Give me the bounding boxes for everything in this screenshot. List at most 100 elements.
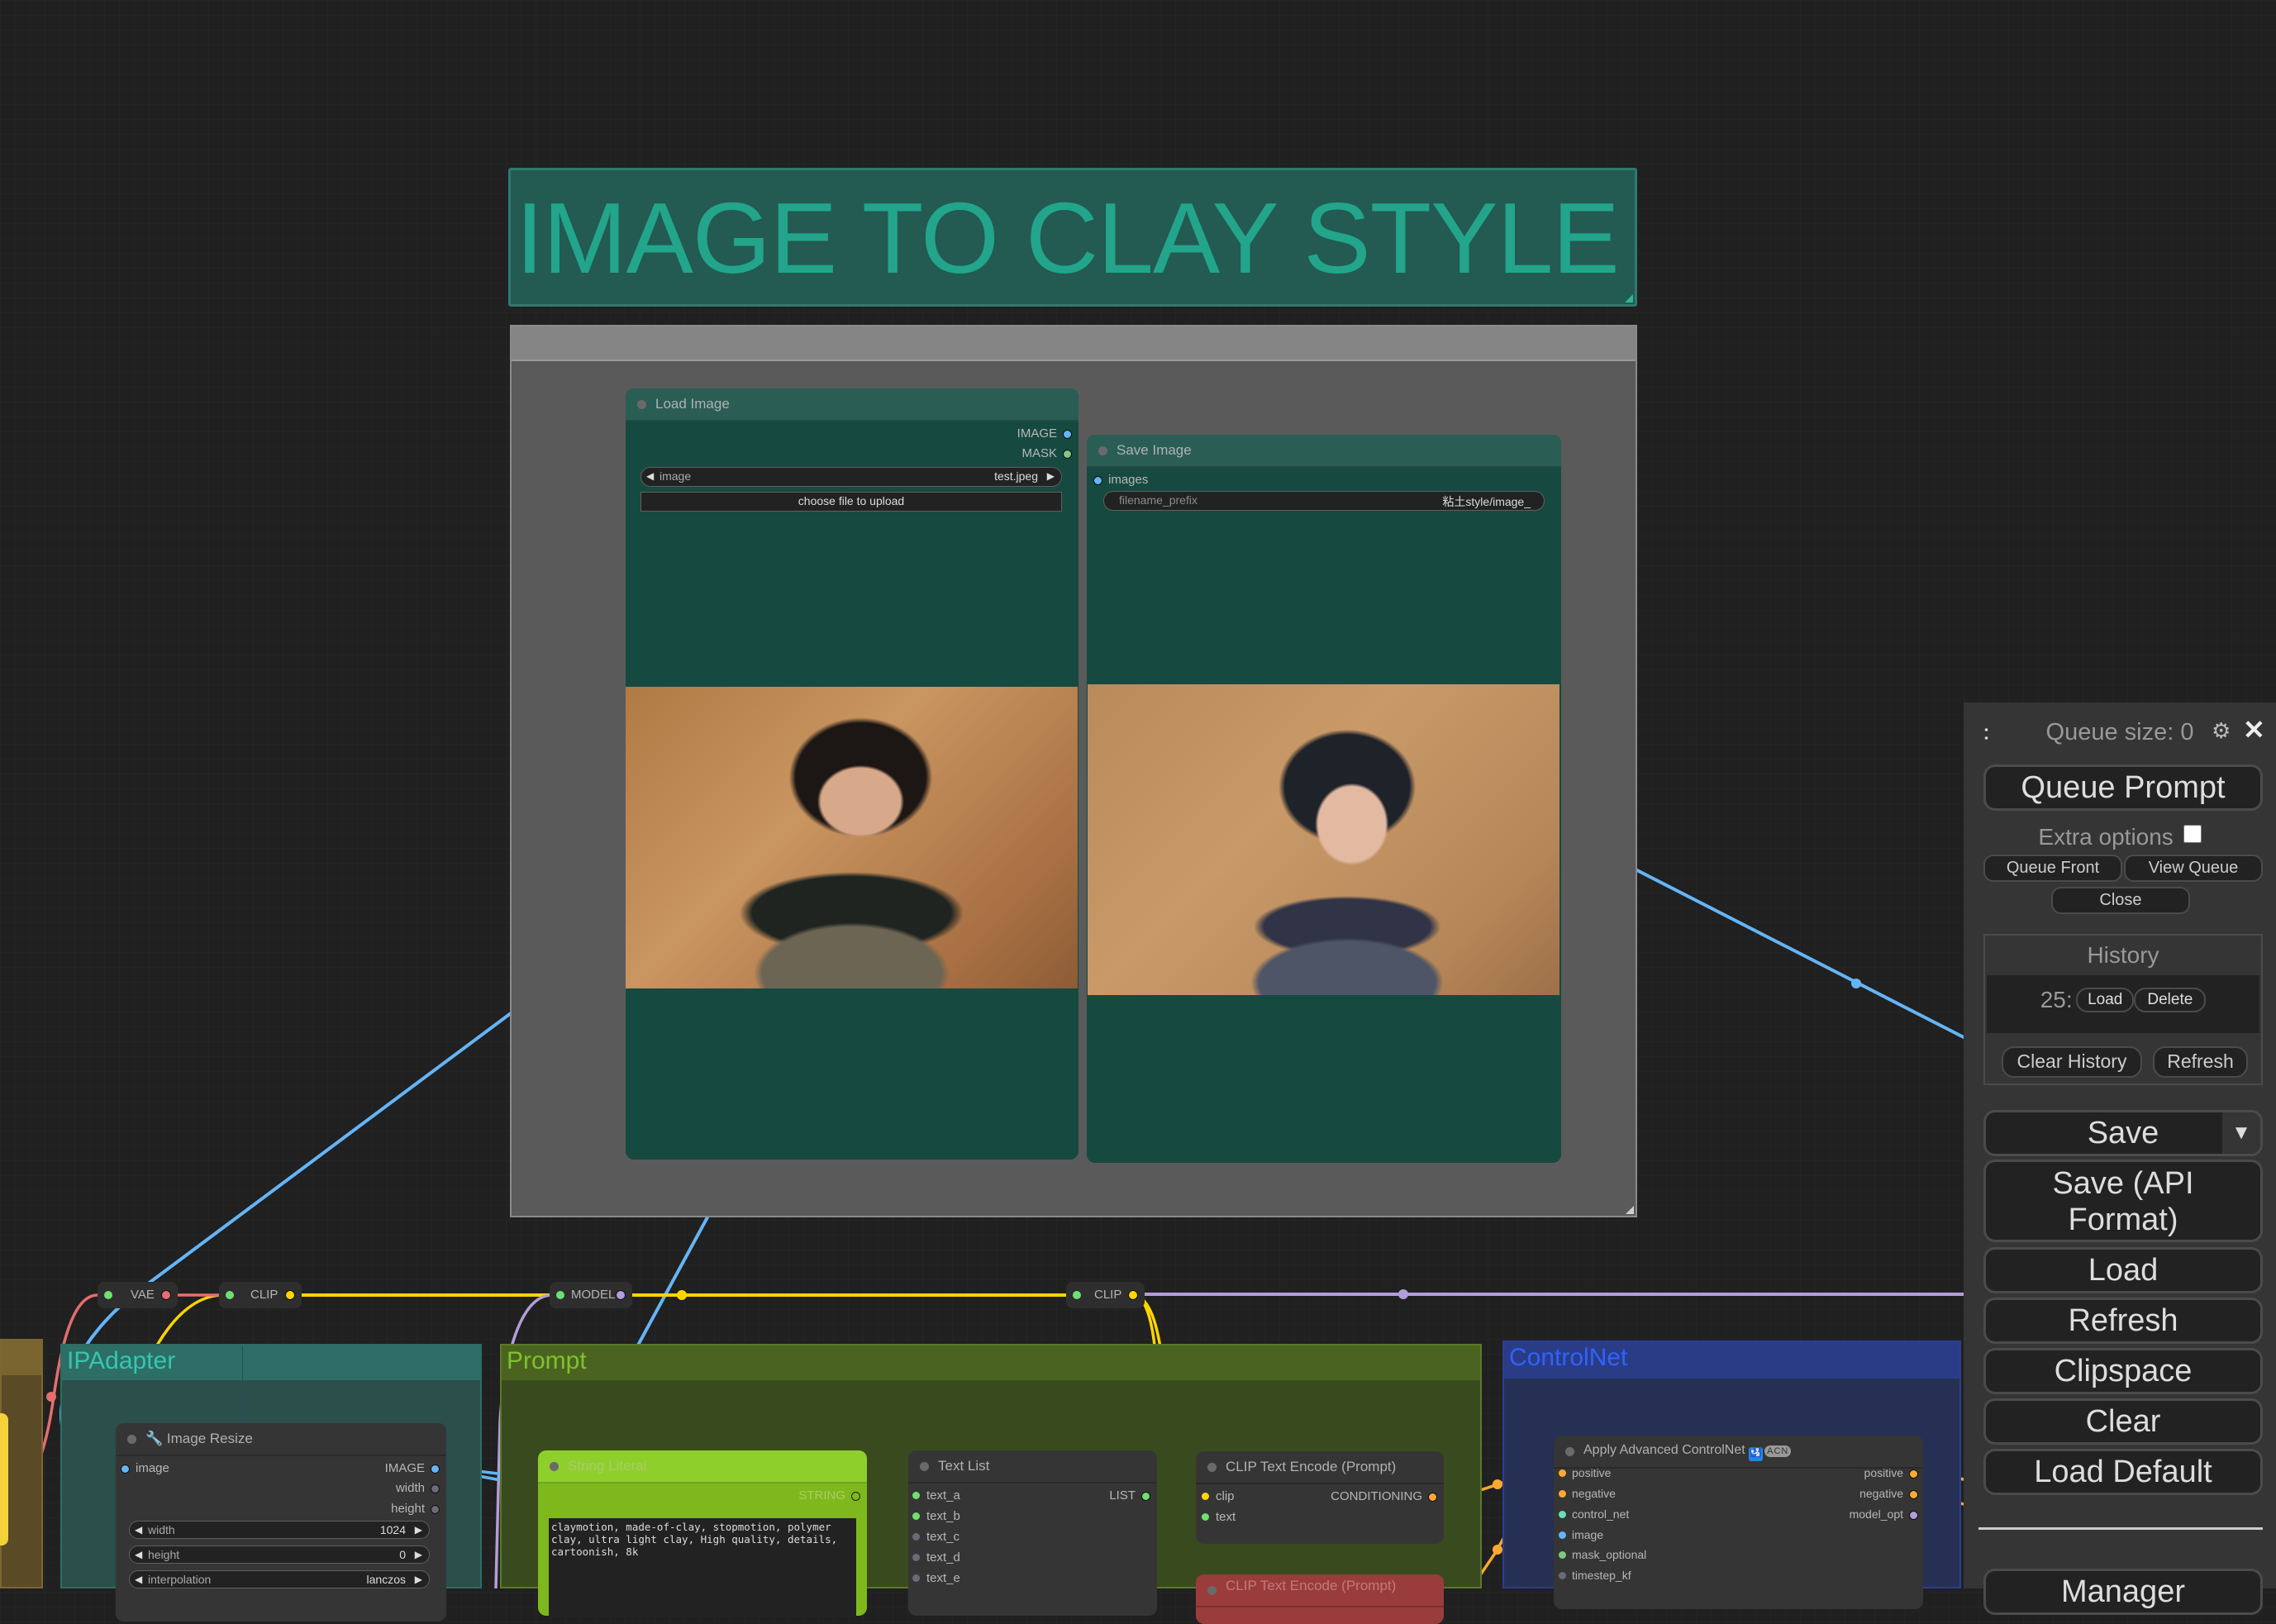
node-title-bar[interactable]: CLIP Text Encode (Prompt) <box>1196 1451 1444 1484</box>
text-list-node[interactable]: Text List text_a text_b text_c text_d te… <box>908 1450 1157 1616</box>
save-api-format-button[interactable]: Save (API Format) <box>1983 1160 2263 1242</box>
input-slot-control-net[interactable] <box>1559 1511 1566 1518</box>
clip-text-encode-node[interactable]: CLIP Text Encode (Prompt) clip text COND… <box>1196 1451 1444 1544</box>
history-load-button[interactable]: Load <box>2076 988 2135 1012</box>
output-slot-image[interactable] <box>1063 430 1072 439</box>
reroute-output-dot[interactable] <box>161 1290 171 1300</box>
reroute-vae[interactable]: VAE <box>98 1282 178 1308</box>
output-slot-string[interactable] <box>851 1492 860 1501</box>
clip-text-encode-negative-node[interactable]: CLIP Text Encode (Prompt) <box>1196 1574 1444 1624</box>
queue-front-button[interactable]: Queue Front <box>1983 855 2122 882</box>
filename-prefix-widget[interactable]: filename_prefix 粘土style/image_ <box>1103 491 1545 511</box>
reroute-output-dot[interactable] <box>1128 1290 1138 1300</box>
save-image-node[interactable]: Save Image images filename_prefix 粘土styl… <box>1087 435 1561 1163</box>
image-resize-node[interactable]: 🔧 Image Resize image IMAGE width height … <box>116 1423 446 1622</box>
input-slot-image[interactable] <box>121 1464 130 1474</box>
output-slot-width[interactable] <box>431 1484 440 1493</box>
clipspace-button[interactable]: Clipspace <box>1983 1348 2263 1394</box>
input-slot-text-e[interactable] <box>912 1574 920 1582</box>
yellow-node[interactable] <box>0 1413 8 1545</box>
arrow-right-icon[interactable]: ▶ <box>415 1549 422 1560</box>
node-title-bar[interactable]: Apply Advanced ControlNet 🛂 ACN <box>1554 1436 1923 1469</box>
input-slot-negative[interactable] <box>1559 1490 1566 1498</box>
output-slot-model-opt[interactable] <box>1909 1511 1918 1520</box>
reroute-clip-2[interactable]: CLIP <box>1066 1282 1145 1308</box>
load-image-node[interactable]: Load Image IMAGE MASK ◀ image test.jpeg … <box>626 388 1078 1160</box>
output-slot-mask[interactable] <box>1063 450 1072 459</box>
output-slot-conditioning[interactable] <box>1428 1493 1437 1502</box>
input-slot-text[interactable] <box>1202 1513 1209 1521</box>
clear-button[interactable]: Clear <box>1983 1398 2263 1445</box>
collapse-dot[interactable] <box>920 1462 929 1471</box>
collapse-dot[interactable] <box>637 400 646 409</box>
reroute-model[interactable]: MODEL <box>550 1282 632 1308</box>
reroute-clip[interactable]: CLIP <box>219 1282 302 1308</box>
reroute-output-dot[interactable] <box>616 1290 626 1300</box>
input-slot-mask-optional[interactable] <box>1559 1551 1566 1559</box>
arrow-right-icon[interactable]: ▶ <box>415 1524 422 1536</box>
refresh-history-button[interactable]: Refresh <box>2153 1046 2248 1078</box>
width-widget[interactable]: ◀ width 1024 ▶ <box>129 1521 430 1539</box>
reroute-input-dot[interactable] <box>226 1291 234 1299</box>
input-slot-text-d[interactable] <box>912 1554 920 1561</box>
node-title-bar[interactable]: Save Image <box>1087 435 1561 468</box>
upload-button[interactable]: choose file to upload <box>640 492 1062 512</box>
input-slot-text-b[interactable] <box>912 1512 920 1520</box>
close-button[interactable]: Close <box>2051 887 2190 914</box>
refresh-button[interactable]: Refresh <box>1983 1298 2263 1344</box>
manager-button[interactable]: Manager <box>1983 1569 2263 1615</box>
close-icon[interactable]: ✕ <box>2243 714 2265 745</box>
collapse-dot[interactable] <box>127 1435 136 1444</box>
view-queue-button[interactable]: View Queue <box>2124 855 2263 882</box>
clear-history-button[interactable]: Clear History <box>2002 1046 2142 1078</box>
history-delete-button[interactable]: Delete <box>2134 988 2207 1012</box>
node-title-bar[interactable]: CLIP Text Encode (Prompt) <box>1196 1574 1444 1607</box>
input-slot-images[interactable] <box>1093 476 1102 485</box>
arrow-left-icon[interactable]: ◀ <box>135 1574 142 1585</box>
output-slot-positive[interactable] <box>1909 1469 1918 1479</box>
group-header[interactable] <box>2 1341 41 1375</box>
collapse-dot[interactable] <box>1207 1586 1217 1595</box>
save-button[interactable]: Save ▼ <box>1983 1110 2263 1156</box>
interpolation-widget[interactable]: ◀ interpolation lanczos ▶ <box>129 1570 430 1588</box>
node-title-bar[interactable]: 🔧 Image Resize <box>116 1423 446 1456</box>
group-header[interactable] <box>502 1345 1480 1380</box>
title-note-group[interactable]: IMAGE TO CLAY STYLE <box>508 168 1637 307</box>
load-default-button[interactable]: Load Default <box>1983 1449 2263 1495</box>
collapse-dot[interactable] <box>550 1462 559 1471</box>
output-slot-image[interactable] <box>431 1464 440 1474</box>
input-slot-image[interactable] <box>1559 1531 1566 1539</box>
reroute-output-dot[interactable] <box>285 1290 295 1300</box>
output-slot-height[interactable] <box>431 1505 440 1514</box>
group-header[interactable] <box>512 326 1636 361</box>
resize-handle[interactable] <box>1625 294 1633 302</box>
input-slot-positive[interactable] <box>1559 1469 1566 1477</box>
string-literal-node[interactable]: String Literal STRING <box>538 1450 867 1617</box>
apply-advanced-controlnet-node[interactable]: Apply Advanced ControlNet 🛂 ACN positive … <box>1554 1436 1923 1609</box>
extra-options-checkbox[interactable] <box>2183 825 2202 843</box>
output-slot-negative[interactable] <box>1909 1490 1918 1499</box>
node-title-bar[interactable]: String Literal <box>538 1450 867 1484</box>
arrow-left-icon[interactable]: ◀ <box>646 470 654 482</box>
node-title-bar[interactable]: Load Image <box>626 388 1078 421</box>
arrow-right-icon[interactable]: ▶ <box>415 1574 422 1585</box>
queue-prompt-button[interactable]: Queue Prompt <box>1983 764 2263 811</box>
settings-gear-icon[interactable]: ⚙ <box>2212 718 2231 744</box>
reroute-input-dot[interactable] <box>104 1291 112 1299</box>
arrow-left-icon[interactable]: ◀ <box>135 1524 142 1536</box>
collapse-dot[interactable] <box>1207 1463 1217 1472</box>
input-slot-text-c[interactable] <box>912 1533 920 1541</box>
node-title-bar[interactable]: Text List <box>908 1450 1157 1484</box>
load-button[interactable]: Load <box>1983 1247 2263 1293</box>
input-slot-clip[interactable] <box>1202 1493 1209 1500</box>
output-slot-list[interactable] <box>1141 1492 1150 1501</box>
reroute-input-dot[interactable] <box>556 1291 564 1299</box>
resize-handle[interactable] <box>1626 1206 1634 1214</box>
input-slot-text-a[interactable] <box>912 1492 920 1499</box>
input-slot-timestep-kf[interactable] <box>1559 1572 1566 1579</box>
arrow-right-icon[interactable]: ▶ <box>1047 470 1055 482</box>
collapse-dot[interactable] <box>1098 446 1107 455</box>
arrow-left-icon[interactable]: ◀ <box>135 1549 142 1560</box>
reroute-input-dot[interactable] <box>1073 1291 1081 1299</box>
image-select-widget[interactable]: ◀ image test.jpeg ▶ <box>640 467 1062 487</box>
